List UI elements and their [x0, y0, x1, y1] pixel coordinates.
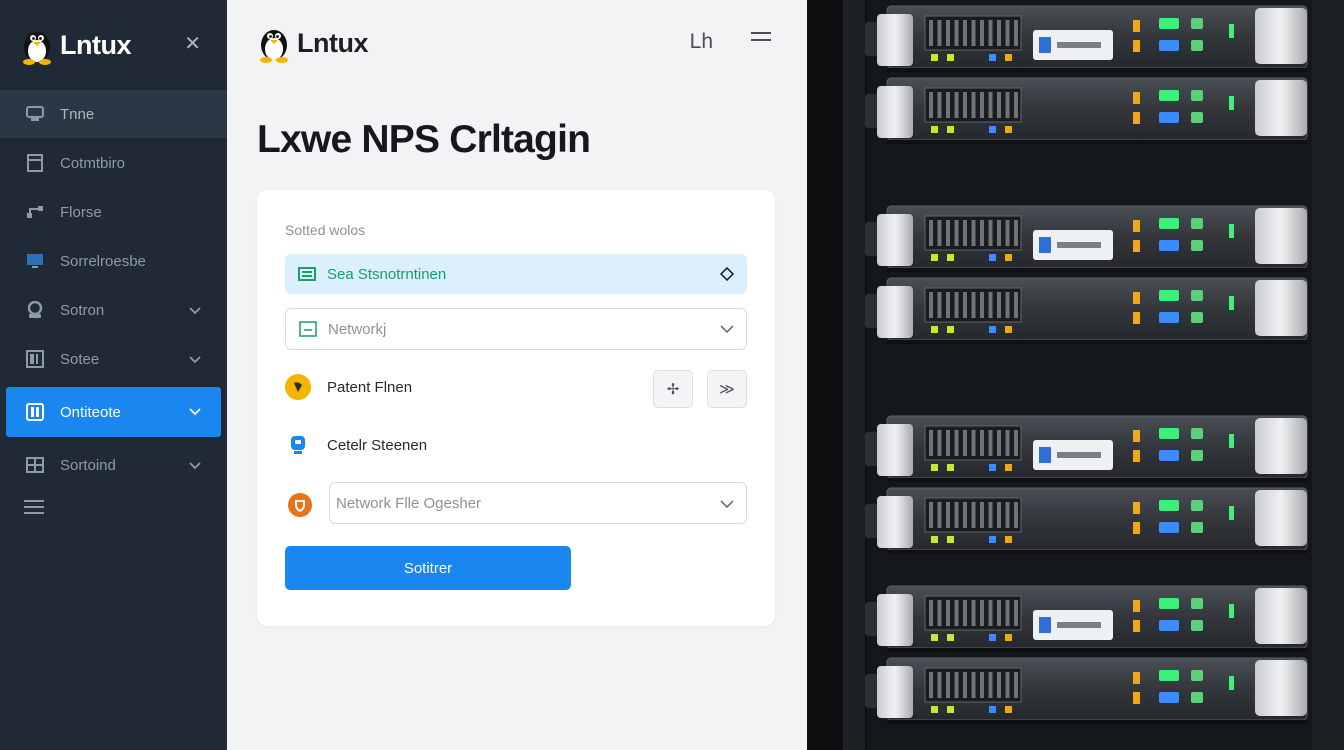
shield-icon	[287, 492, 313, 523]
dashboard-icon	[24, 103, 46, 125]
chevron-down-icon	[720, 321, 734, 338]
forward-button[interactable]: ≫	[707, 370, 747, 408]
tux-penguin-icon	[23, 32, 51, 65]
sidebar-item-5[interactable]: Sotee	[0, 335, 227, 383]
lock-icon	[285, 432, 311, 458]
submit-button[interactable]: Sotitrer	[285, 546, 571, 590]
row-label: Cetelr Steenen	[327, 436, 428, 454]
sort-toggle-icon	[719, 266, 735, 286]
sidebar-item-1[interactable]: Cotmtbiro	[0, 139, 227, 187]
page-title: Lxwe NPS Crltagin	[257, 118, 591, 161]
sidebar-item-6[interactable]: Ontiteote	[6, 387, 221, 437]
chevron-down-icon	[189, 403, 201, 420]
chevron-down-icon	[189, 351, 201, 368]
sidebar-brand: Lntux ✕	[0, 0, 227, 90]
server-rack-image	[807, 0, 1344, 750]
move-button[interactable]: ✢	[653, 370, 693, 408]
sidebar-item-label: Sotee	[60, 350, 100, 368]
header-text-button[interactable]: Lh	[690, 30, 713, 54]
chevron-down-icon	[189, 302, 201, 319]
config-card: Sotted wolos Sea Stsnotrntinen Networkj	[257, 190, 775, 626]
sidebar-item-label: Ontiteote	[60, 403, 121, 421]
warning-icon	[285, 374, 311, 400]
service-select-value: Sea Stsnotrntinen	[327, 265, 447, 283]
sidebar-logo-text: Lntux	[60, 29, 132, 60]
network-select-placeholder: Networkj	[328, 320, 387, 338]
patent-row: Patent Flnen	[285, 374, 412, 400]
filesystem-select-placeholder: Network Flle Ogesher	[336, 494, 482, 512]
branch-icon	[24, 201, 46, 223]
menu-icon[interactable]	[751, 30, 771, 49]
service-select[interactable]: Sea Stsnotrntinen	[285, 254, 747, 294]
grid-icon	[24, 454, 46, 476]
tux-penguin-icon	[260, 30, 288, 63]
sidebar-item-4[interactable]: Sotron	[0, 286, 227, 334]
main-panel: Lntux Lh Lxwe NPS Crltagin Sotted wolos …	[227, 0, 807, 750]
hamburger-menu-icon[interactable]	[24, 500, 44, 519]
row-label: Patent Flnen	[327, 378, 413, 396]
sidebar-item-7[interactable]: Sortoind	[0, 441, 227, 489]
user-icon	[24, 299, 46, 321]
sidebar-item-2[interactable]: Florse	[0, 188, 227, 236]
sidebar-item-label: Florse	[60, 203, 102, 221]
book-icon	[24, 348, 46, 370]
sidebar: Lntux ✕ Tnne Cotmtbiro Florse Sorrelroes…	[0, 0, 227, 750]
sidebar-item-label: Sorrelroesbe	[60, 252, 146, 270]
sidebar-item-0[interactable]: Tnne	[0, 90, 227, 138]
close-icon[interactable]: ✕	[184, 34, 201, 54]
server-rack-illustration	[807, 0, 1344, 750]
sidebar-item-label: Cotmtbiro	[60, 154, 126, 172]
cluster-row: Cetelr Steenen	[285, 432, 427, 458]
network-select[interactable]: Networkj	[285, 308, 747, 350]
header-logo-text: Lntux	[297, 27, 369, 58]
file-icon	[24, 152, 46, 174]
network-icon	[298, 319, 318, 339]
section-label: Sotted wolos	[285, 222, 366, 238]
filesystem-select[interactable]: Network Flle Ogesher	[329, 482, 747, 524]
sidebar-item-3[interactable]: Sorrelroesbe	[0, 237, 227, 285]
sidebar-item-label: Sotron	[60, 301, 105, 319]
monitor-icon	[24, 250, 46, 272]
sidebar-item-label: Tnne	[60, 105, 95, 123]
book-icon	[24, 401, 46, 423]
top-bar: Lntux Lh	[227, 0, 807, 86]
chevron-down-icon	[189, 457, 201, 474]
sidebar-item-label: Sortoind	[60, 456, 116, 474]
chevron-down-icon	[720, 496, 734, 513]
list-icon	[297, 264, 317, 284]
